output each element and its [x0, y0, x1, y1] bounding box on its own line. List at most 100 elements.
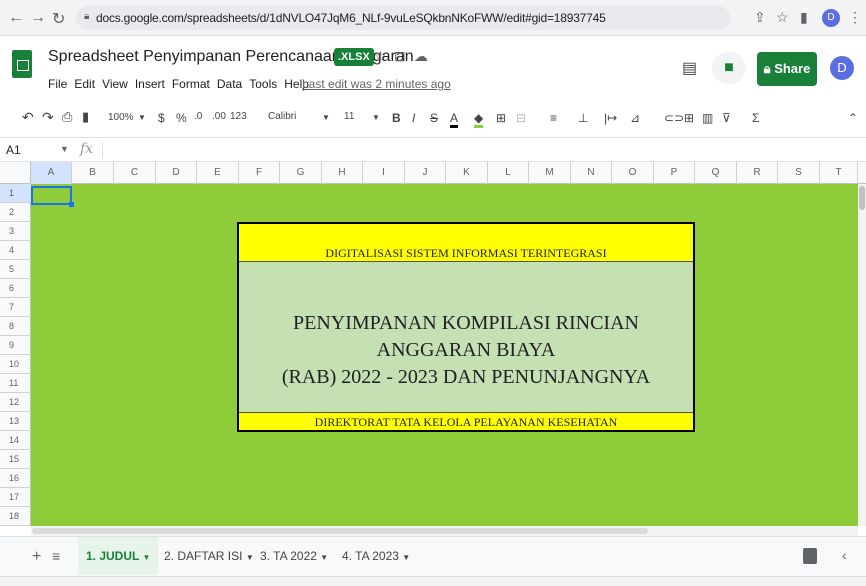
name-box[interactable]: A1: [6, 143, 21, 157]
zoom-chevron-down-icon[interactable]: ▼: [138, 113, 146, 122]
font-select[interactable]: Calibri: [268, 111, 296, 122]
sheet-tab[interactable]: 3. TA 2022 ▼: [252, 537, 336, 575]
account-avatar[interactable]: D: [830, 56, 854, 80]
column-header[interactable]: S: [778, 162, 820, 184]
borders-icon[interactable]: ⊞: [496, 111, 506, 125]
zoom-select[interactable]: 100%: [108, 112, 134, 123]
functions-icon[interactable]: Σ: [752, 111, 759, 125]
cloud-status-icon[interactable]: ☁︎: [414, 48, 428, 65]
column-header[interactable]: M: [529, 162, 571, 184]
vertical-scrollbar[interactable]: [858, 184, 866, 526]
redo-icon[interactable]: ↷: [42, 109, 54, 126]
column-header[interactable]: Q: [695, 162, 737, 184]
all-sheets-icon[interactable]: ≡: [52, 548, 60, 564]
last-edit-link[interactable]: Last edit was 2 minutes ago: [302, 77, 451, 91]
share-button[interactable]: 🔒︎ Share: [757, 52, 817, 86]
row-header[interactable]: 13: [0, 412, 31, 431]
menu-format[interactable]: Format: [172, 77, 210, 91]
select-all-corner[interactable]: [0, 162, 31, 184]
menu-data[interactable]: Data: [217, 77, 242, 91]
undo-icon[interactable]: ↶: [22, 109, 34, 126]
column-header[interactable]: E: [197, 162, 239, 184]
sheet-tab[interactable]: 1. JUDUL ▼: [78, 537, 159, 575]
row-header[interactable]: 7: [0, 298, 31, 317]
row-header[interactable]: 8: [0, 317, 31, 336]
sheet-tab[interactable]: 4. TA 2023 ▼: [334, 537, 418, 575]
text-rotate-icon[interactable]: ⊿: [630, 111, 640, 125]
menu-view[interactable]: View: [102, 77, 128, 91]
row-header[interactable]: 3: [0, 222, 31, 241]
menu-tools[interactable]: Tools: [249, 77, 277, 91]
column-header[interactable]: R: [737, 162, 778, 184]
insert-comment-icon[interactable]: ⊞: [684, 111, 694, 125]
italic-button[interactable]: I: [412, 111, 415, 125]
text-wrap-icon[interactable]: |↦: [604, 111, 617, 125]
row-header[interactable]: 5: [0, 260, 31, 279]
sidebar-icon[interactable]: ▮: [800, 9, 808, 26]
name-box-chevron-down-icon[interactable]: ▼: [60, 144, 69, 154]
chevron-down-icon[interactable]: ▼: [142, 553, 150, 562]
column-header[interactable]: T: [820, 162, 858, 184]
increase-decimal-button[interactable]: .00: [212, 111, 226, 122]
row-header[interactable]: 9: [0, 336, 31, 355]
print-icon[interactable]: ⎙: [62, 109, 72, 125]
url-text[interactable]: docs.google.com/spreadsheets/d/1dNVLO47J…: [96, 11, 606, 25]
column-header[interactable]: N: [571, 162, 612, 184]
insert-chart-icon[interactable]: ▥: [702, 111, 713, 125]
paint-format-icon[interactable]: ▮: [82, 109, 89, 125]
size-chevron-down-icon[interactable]: ▼: [372, 113, 380, 122]
back-arrow-icon[interactable]: ←: [8, 9, 24, 27]
decrease-decimal-button[interactable]: .0: [194, 111, 202, 122]
row-header[interactable]: 10: [0, 355, 31, 374]
column-header[interactable]: D: [156, 162, 197, 184]
browser-menu-icon[interactable]: ⋮: [848, 9, 862, 26]
reload-icon[interactable]: ↻: [52, 9, 65, 29]
move-folder-icon[interactable]: ⊡: [394, 48, 406, 65]
merge-cells-icon[interactable]: ⊟: [516, 111, 526, 125]
strikethrough-button[interactable]: S: [430, 111, 438, 125]
sheet-tab[interactable]: 2. DAFTAR ISI ▼: [156, 537, 262, 575]
row-header[interactable]: 17: [0, 488, 31, 507]
row-header[interactable]: 1: [0, 184, 31, 203]
column-header[interactable]: F: [239, 162, 280, 184]
more-formats-button[interactable]: 123: [230, 111, 247, 122]
percent-button[interactable]: %: [176, 111, 187, 125]
fill-color-icon[interactable]: ◆: [474, 111, 484, 128]
align-vertical-icon[interactable]: ⊥: [578, 111, 588, 125]
row-header[interactable]: 16: [0, 469, 31, 488]
column-header[interactable]: P: [654, 162, 695, 184]
column-header[interactable]: O: [612, 162, 654, 184]
row-header[interactable]: 2: [0, 203, 31, 222]
align-horizontal-icon[interactable]: ≡: [550, 111, 557, 125]
menu-file[interactable]: File: [48, 77, 67, 91]
meet-icon[interactable]: ■: [712, 52, 746, 84]
column-header[interactable]: L: [488, 162, 529, 184]
column-header[interactable]: I: [363, 162, 405, 184]
insert-link-icon[interactable]: ⊂⊃: [664, 111, 684, 125]
browser-profile-avatar[interactable]: D: [822, 9, 840, 27]
chevron-down-icon[interactable]: ▼: [402, 553, 410, 562]
vertical-scroll-thumb[interactable]: [859, 186, 865, 210]
title-block[interactable]: DIGITALISASI SISTEM INFORMASI TERINTEGRA…: [237, 222, 695, 432]
row-header[interactable]: 15: [0, 450, 31, 469]
column-header[interactable]: C: [114, 162, 156, 184]
column-header[interactable]: G: [280, 162, 322, 184]
sheets-logo-icon[interactable]: [12, 50, 32, 78]
column-header[interactable]: B: [72, 162, 114, 184]
font-chevron-down-icon[interactable]: ▼: [322, 113, 330, 122]
chevron-left-icon[interactable]: ‹: [842, 547, 847, 563]
chevron-down-icon[interactable]: ▼: [320, 553, 328, 562]
star-icon[interactable]: ☆: [374, 48, 387, 65]
row-header[interactable]: 14: [0, 431, 31, 450]
text-color-button[interactable]: A: [450, 111, 459, 128]
menu-insert[interactable]: Insert: [135, 77, 165, 91]
share-page-icon[interactable]: ⇪: [754, 9, 766, 26]
font-size-input[interactable]: 11: [344, 111, 354, 122]
column-header[interactable]: J: [405, 162, 446, 184]
comment-history-icon[interactable]: ▤: [682, 58, 697, 78]
explore-icon[interactable]: [803, 548, 817, 564]
add-sheet-icon[interactable]: +: [32, 548, 41, 566]
fill-handle[interactable]: [69, 202, 74, 207]
row-header[interactable]: 4: [0, 241, 31, 260]
currency-button[interactable]: $: [158, 111, 165, 125]
